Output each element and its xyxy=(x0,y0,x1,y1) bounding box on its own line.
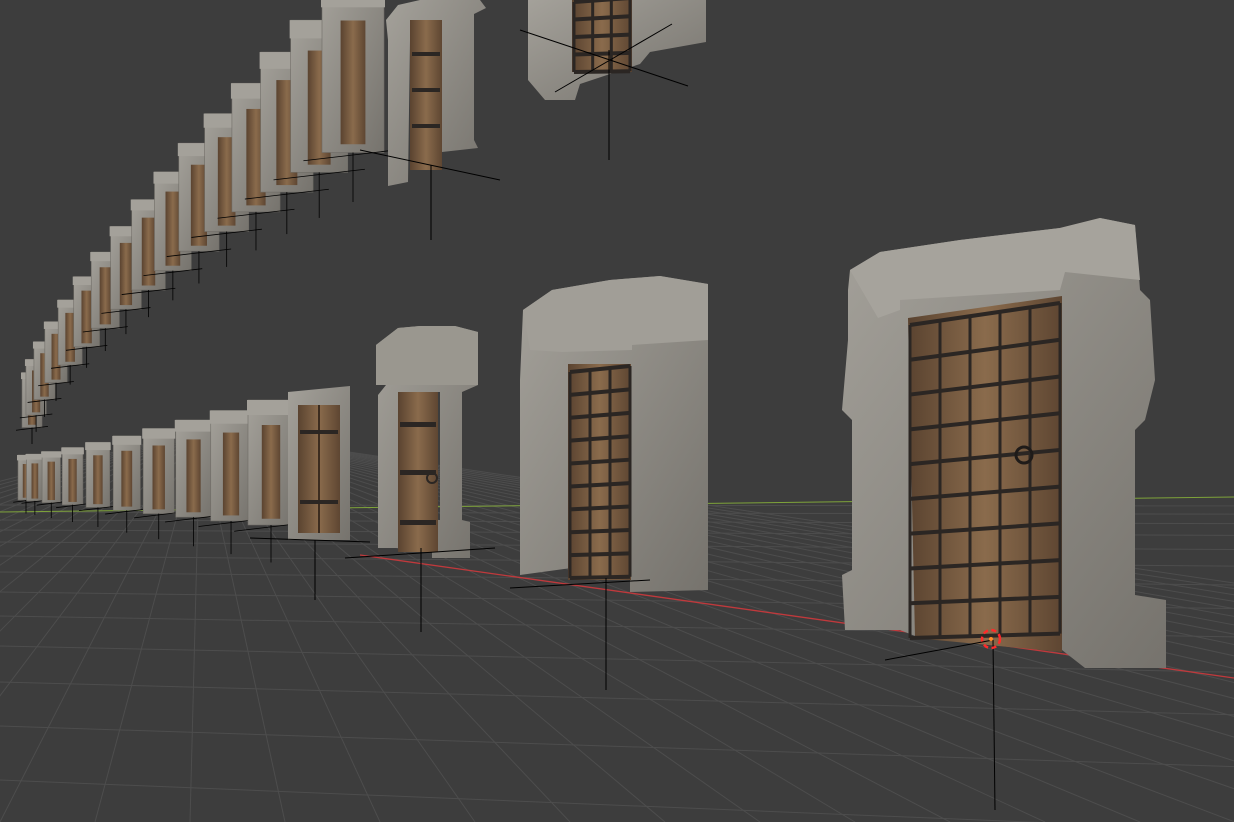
grate-bar xyxy=(569,551,631,558)
origin-marker xyxy=(884,639,994,661)
door-row-upper[interactable] xyxy=(15,0,403,444)
grate-bar xyxy=(569,527,631,535)
grid-line xyxy=(0,681,1234,716)
grate-bar xyxy=(569,504,631,512)
grate-bar xyxy=(573,69,631,74)
window-portcullis-upper[interactable] xyxy=(519,0,706,160)
grate-bar xyxy=(573,32,631,39)
3d-viewport[interactable] xyxy=(0,0,1234,822)
3d-cursor-center xyxy=(989,637,993,641)
grid-line xyxy=(0,779,1041,822)
grid-line xyxy=(0,725,1234,768)
grate-bar xyxy=(569,574,631,580)
stone-door xyxy=(79,441,117,527)
door-large-portcullis[interactable] xyxy=(842,218,1166,811)
viewport-scene[interactable] xyxy=(0,0,1234,822)
